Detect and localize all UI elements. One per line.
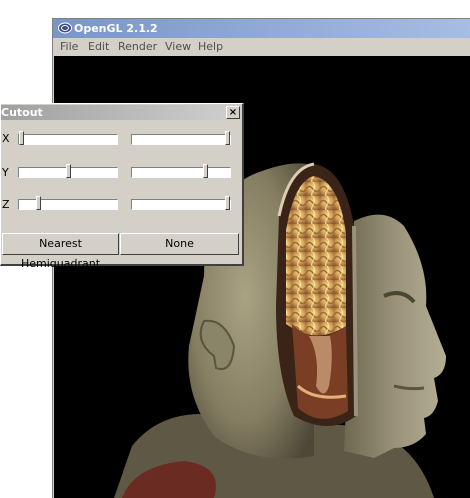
x-max-slider[interactable] bbox=[131, 131, 231, 147]
y-min-slider[interactable] bbox=[18, 164, 118, 180]
y-max-slider[interactable] bbox=[131, 164, 231, 180]
menu-edit[interactable]: Edit bbox=[88, 38, 109, 56]
slider-thumb[interactable] bbox=[66, 164, 71, 178]
window-title: OpenGL 2.1.2 bbox=[74, 22, 158, 35]
title-bar[interactable]: OpenGL 2.1.2 bbox=[53, 19, 470, 38]
z-max-slider[interactable] bbox=[131, 196, 231, 212]
slider-track bbox=[131, 199, 231, 210]
z-min-slider[interactable] bbox=[18, 196, 118, 212]
menu-file[interactable]: File bbox=[60, 38, 78, 56]
opengl-app-icon bbox=[58, 22, 72, 34]
slider-thumb[interactable] bbox=[19, 131, 24, 145]
cutout-title-bar[interactable]: Cutout × bbox=[1, 105, 241, 120]
slider-thumb[interactable] bbox=[225, 196, 230, 210]
close-icon[interactable]: × bbox=[226, 106, 240, 119]
cutout-title: Cutout bbox=[1, 106, 43, 119]
menu-view[interactable]: View bbox=[165, 38, 191, 56]
slider-thumb[interactable] bbox=[225, 131, 230, 145]
x-min-slider[interactable] bbox=[18, 131, 118, 147]
slider-thumb[interactable] bbox=[36, 196, 41, 210]
slider-track bbox=[18, 134, 118, 145]
axis-label-y: Y bbox=[2, 166, 9, 179]
nearest-hemiquadrant-button[interactable]: Nearest Hemiquadrant bbox=[2, 233, 119, 270]
slider-thumb[interactable] bbox=[203, 164, 208, 178]
axis-label-z: Z bbox=[2, 198, 10, 211]
menu-help[interactable]: Help bbox=[198, 38, 223, 56]
slider-track bbox=[131, 167, 231, 178]
none-button[interactable]: None bbox=[120, 233, 239, 255]
axis-label-x: X bbox=[2, 132, 10, 145]
slider-track bbox=[18, 199, 118, 210]
menu-bar: File Edit Render View Help bbox=[53, 38, 470, 56]
slider-track bbox=[131, 134, 231, 145]
menu-render[interactable]: Render bbox=[118, 38, 157, 56]
